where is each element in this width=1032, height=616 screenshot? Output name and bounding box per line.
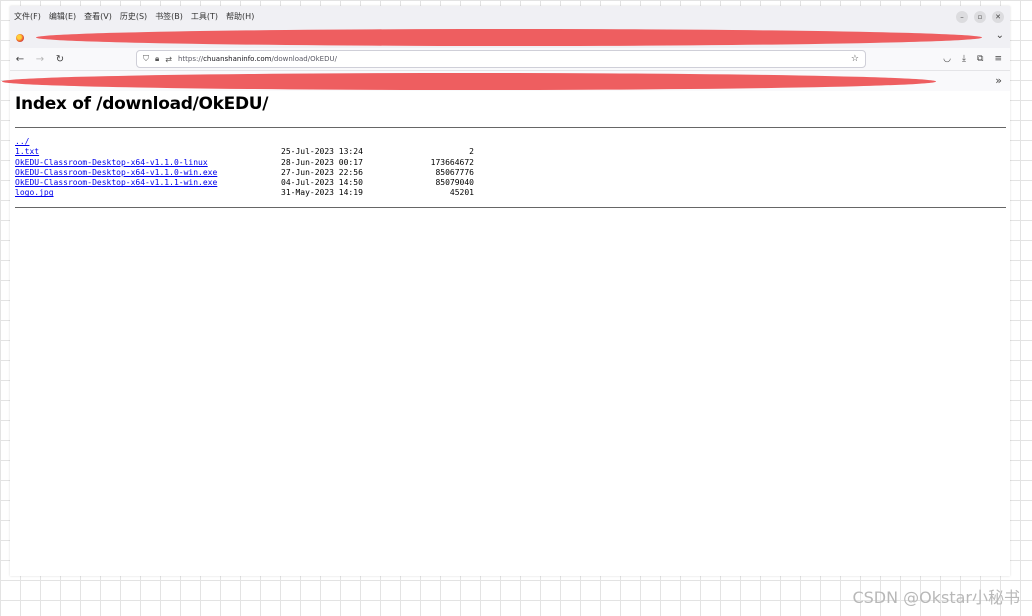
file-link[interactable]: OkEDU-Classroom-Desktop-x64-v1.1.0-linux — [15, 158, 208, 167]
list-item: OkEDU-Classroom-Desktop-x64-v1.1.1-win.e… — [15, 178, 474, 188]
bookmarks-toolbar: » — [2, 71, 1010, 91]
menu-edit[interactable]: 编辑(E) — [49, 11, 76, 22]
url-scheme: https:// — [177, 55, 204, 63]
extensions-icon[interactable]: ⧉ — [977, 54, 983, 64]
file-link[interactable]: OkEDU-Classroom-Desktop-x64-v1.1.1-win.e… — [15, 178, 217, 187]
page-title: Index of /download/OkEDU/ — [15, 94, 269, 114]
file-size: 85079040 — [435, 178, 474, 188]
menu-icon[interactable]: ≡ — [994, 54, 1002, 64]
firefox-icon — [16, 33, 24, 42]
menu-history[interactable]: 历史(S) — [120, 11, 147, 22]
bookmark-star-icon[interactable]: ☆ — [851, 54, 859, 64]
minimize-button[interactable]: – — [956, 10, 968, 23]
lock-icon[interactable]: 🔒︎ — [155, 54, 159, 64]
file-date: 28-Jun-2023 00:17 — [281, 157, 363, 167]
parent-directory-link[interactable]: ../ — [15, 137, 29, 146]
redacted-tab-title — [36, 29, 982, 46]
address-bar[interactable]: ⛉ 🔒︎ ⇄ https://chuanshaninfo.com/downloa… — [136, 50, 866, 68]
file-link[interactable]: 1.txt — [15, 147, 39, 156]
back-icon[interactable]: ← — [10, 54, 30, 65]
file-date: 31-May-2023 14:19 — [281, 188, 363, 198]
toolbar-right: ◡ ⤓ ⧉ ≡ — [943, 54, 1002, 64]
watermark: CSDN @Okstar小秘书 — [852, 588, 1020, 607]
file-link[interactable]: OkEDU-Classroom-Desktop-x64-v1.1.0-win.e… — [15, 168, 217, 177]
menu-tools[interactable]: 工具(T) — [191, 11, 218, 22]
file-date: 27-Jun-2023 22:56 — [281, 167, 363, 177]
url-host: chuanshaninfo.com — [203, 55, 272, 63]
url-text: https://chuanshaninfo.com/download/OkEDU… — [178, 55, 337, 63]
tab-strip: ⌄ — [10, 27, 1010, 48]
menu-bar: 文件(F) 编辑(E) 查看(V) 历史(S) 书签(B) 工具(T) 帮助(H… — [10, 6, 1010, 27]
list-item: OkEDU-Classroom-Desktop-x64-v1.1.0-linux… — [15, 158, 474, 168]
file-size: 2 — [469, 147, 474, 157]
chevron-down-icon[interactable]: ⌄ — [996, 30, 1004, 41]
more-bookmarks-icon[interactable]: » — [995, 74, 1002, 87]
reload-icon[interactable]: ↻ — [50, 54, 70, 65]
file-date: 25-Jul-2023 13:24 — [281, 147, 363, 157]
navigation-bar: ← → ↻ ⛉ 🔒︎ ⇄ https://chuanshaninfo.com/d… — [10, 48, 1010, 71]
permissions-icon[interactable]: ⇄ — [165, 55, 172, 64]
restore-button[interactable]: ▫ — [974, 10, 986, 23]
divider-top — [15, 127, 1006, 128]
browser-window: 文件(F) 编辑(E) 查看(V) 历史(S) 书签(B) 工具(T) 帮助(H… — [2, 6, 1010, 576]
file-size: 85067776 — [435, 167, 474, 177]
menu-help[interactable]: 帮助(H) — [226, 11, 254, 22]
list-item: ../ — [15, 137, 217, 147]
pocket-icon[interactable]: ◡ — [943, 54, 951, 64]
list-item: logo.jpg 31-May-2023 14:19 45201 — [15, 188, 474, 198]
shield-icon[interactable]: ⛉ — [143, 54, 149, 64]
redacted-bookmarks — [2, 73, 936, 90]
window-controls: – ▫ ✕ — [956, 10, 1010, 23]
file-size: 45201 — [449, 188, 474, 198]
menu-view[interactable]: 查看(V) — [84, 11, 112, 22]
menu-file[interactable]: 文件(F) — [14, 11, 41, 22]
file-date: 04-Jul-2023 14:50 — [281, 178, 363, 188]
url-path: /download/OkEDU/ — [271, 55, 337, 63]
menu-bookmarks[interactable]: 书签(B) — [155, 11, 183, 22]
close-button[interactable]: ✕ — [992, 10, 1004, 23]
divider-bottom — [15, 207, 1006, 208]
file-size: 173664672 — [430, 157, 474, 167]
list-item: OkEDU-Classroom-Desktop-x64-v1.1.0-win.e… — [15, 168, 474, 178]
forward-icon[interactable]: → — [30, 54, 50, 65]
file-listing: ../ 1.txt 25-Jul-2023 13:24 2 OkEDU-Clas… — [15, 137, 474, 199]
file-link[interactable]: logo.jpg — [15, 188, 54, 197]
list-item: 1.txt 25-Jul-2023 13:24 2 — [15, 147, 474, 157]
downloads-icon[interactable]: ⤓ — [962, 54, 966, 64]
